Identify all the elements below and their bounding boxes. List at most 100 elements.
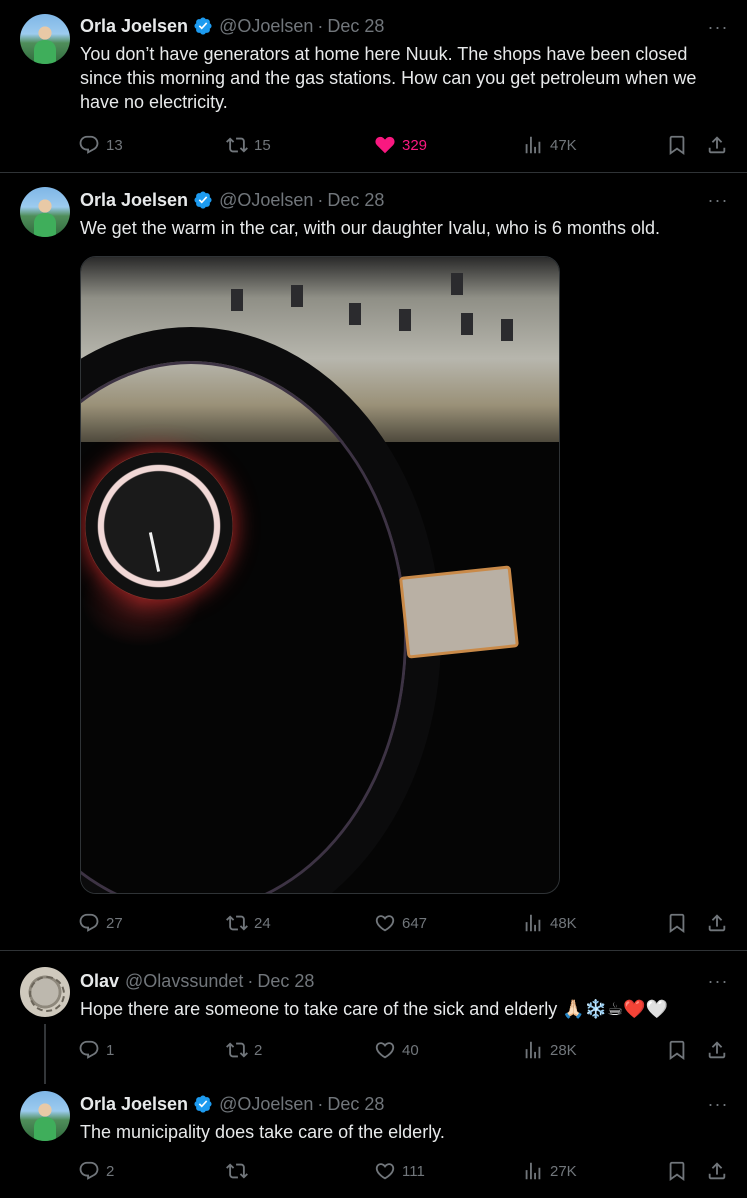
tweet-3[interactable]: Olav @Olavssundet · Dec 28 ··· Hope ther… xyxy=(0,951,747,1079)
reply-button[interactable]: 13 xyxy=(78,132,123,158)
building-window xyxy=(501,319,513,341)
separator: · xyxy=(317,15,324,36)
views-button[interactable]: 28K xyxy=(522,1037,577,1063)
verified-badge-icon xyxy=(194,1095,212,1113)
separator: · xyxy=(317,189,324,210)
like-button[interactable]: 647 xyxy=(374,910,427,936)
bookmark-button[interactable] xyxy=(666,1158,688,1184)
reply-button[interactable]: 2 xyxy=(78,1158,114,1184)
reply-icon xyxy=(79,913,99,932)
like-count: 111 xyxy=(402,1162,425,1180)
like-count: 647 xyxy=(402,914,428,932)
views-button[interactable]: 27K xyxy=(522,1158,577,1184)
author-handle[interactable]: @OJoelsen xyxy=(219,16,313,37)
bookmark-button[interactable] xyxy=(666,910,688,936)
reply-button[interactable]: 27 xyxy=(78,910,123,936)
like-button[interactable]: 329 xyxy=(374,132,427,158)
avatar[interactable] xyxy=(20,187,70,237)
share-button[interactable] xyxy=(706,1158,728,1184)
repost-button[interactable]: 15 xyxy=(226,132,271,158)
bookmark-icon xyxy=(669,1161,685,1182)
avatar[interactable] xyxy=(20,14,70,64)
reply-count: 13 xyxy=(106,136,123,154)
more-options-icon[interactable]: ··· xyxy=(707,16,729,38)
views-chart-icon xyxy=(525,1162,541,1180)
reply-icon xyxy=(79,1040,99,1059)
avatar[interactable] xyxy=(20,967,70,1017)
tweet-4[interactable]: Orla Joelsen @OJoelsen · Dec 28 ··· The … xyxy=(0,1079,747,1198)
building-window xyxy=(231,289,243,311)
author-name[interactable]: Olav xyxy=(80,971,119,992)
bookmark-icon xyxy=(669,913,685,934)
tweet-actions: 13 15 329 47K xyxy=(78,132,732,158)
author-handle[interactable]: @OJoelsen xyxy=(219,1094,313,1115)
repost-icon xyxy=(226,915,248,931)
tweet-media-image[interactable] xyxy=(80,256,560,894)
tweet-date[interactable]: Dec 28 xyxy=(327,1094,384,1115)
repost-button[interactable]: 2 xyxy=(226,1037,262,1063)
tweet-header: Orla Joelsen @OJoelsen · Dec 28 xyxy=(80,1092,384,1116)
author-name[interactable]: Orla Joelsen xyxy=(80,16,188,37)
verified-badge-icon xyxy=(194,191,212,209)
tweet-actions: 27 24 647 48K xyxy=(78,910,732,936)
tweet-date[interactable]: Dec 28 xyxy=(327,16,384,37)
views-button[interactable]: 47K xyxy=(522,132,577,158)
tweet-header: Olav @Olavssundet · Dec 28 xyxy=(80,969,314,993)
bookmark-icon xyxy=(669,1040,685,1061)
reply-icon xyxy=(79,1161,99,1180)
like-button[interactable]: 111 xyxy=(374,1158,425,1184)
share-icon xyxy=(708,136,726,154)
share-icon xyxy=(708,914,726,932)
repost-icon xyxy=(226,1163,248,1179)
views-count: 28K xyxy=(550,1041,577,1059)
tweet-text: We get the warm in the car, with our dau… xyxy=(80,218,660,238)
views-chart-icon xyxy=(525,1041,541,1059)
share-button[interactable] xyxy=(706,1037,728,1063)
repost-button[interactable] xyxy=(226,1158,254,1184)
building-window xyxy=(291,285,303,307)
views-button[interactable]: 48K xyxy=(522,910,577,936)
reply-button[interactable]: 1 xyxy=(78,1037,114,1063)
like-button[interactable]: 40 xyxy=(374,1037,419,1063)
reply-count: 2 xyxy=(106,1162,115,1180)
tweet-actions: 2 111 27K xyxy=(78,1158,732,1184)
like-count: 40 xyxy=(402,1041,419,1059)
avatar[interactable] xyxy=(20,1091,70,1141)
tweet-text: The municipality does take care of the e… xyxy=(80,1122,445,1142)
tweet-date[interactable]: Dec 28 xyxy=(327,190,384,211)
tweet-header: Orla Joelsen @OJoelsen · Dec 28 xyxy=(80,188,384,212)
more-options-icon[interactable]: ··· xyxy=(707,970,729,992)
heart-icon xyxy=(375,1163,395,1180)
tweet-1[interactable]: Orla Joelsen @OJoelsen · Dec 28 ··· You … xyxy=(0,0,747,172)
more-options-icon[interactable]: ··· xyxy=(707,189,729,211)
repost-button[interactable]: 24 xyxy=(226,910,271,936)
infotainment-screen xyxy=(399,565,519,659)
repost-count: 24 xyxy=(254,914,271,932)
tweet-text: You don’t have generators at home here N… xyxy=(80,44,697,112)
share-button[interactable] xyxy=(706,910,728,936)
repost-count: 2 xyxy=(254,1041,263,1059)
author-handle[interactable]: @OJoelsen xyxy=(219,190,313,211)
share-icon xyxy=(708,1041,726,1059)
tweet-header: Orla Joelsen @OJoelsen · Dec 28 xyxy=(80,14,384,38)
share-button[interactable] xyxy=(706,132,728,158)
views-count: 48K xyxy=(550,914,577,932)
repost-count: 15 xyxy=(254,136,271,154)
tweet-2[interactable]: Orla Joelsen @OJoelsen · Dec 28 ··· We g… xyxy=(0,173,747,950)
views-chart-icon xyxy=(525,136,541,154)
bookmark-button[interactable] xyxy=(666,1037,688,1063)
like-count: 329 xyxy=(402,136,428,154)
views-count: 47K xyxy=(550,136,577,154)
building-window xyxy=(461,313,473,335)
author-handle[interactable]: @Olavssundet xyxy=(125,971,243,992)
more-options-icon[interactable]: ··· xyxy=(707,1093,729,1115)
share-icon xyxy=(708,1162,726,1180)
repost-icon xyxy=(226,1042,248,1058)
building-window xyxy=(349,303,361,325)
author-name[interactable]: Orla Joelsen xyxy=(80,190,188,211)
tweet-date[interactable]: Dec 28 xyxy=(257,971,314,992)
bookmark-button[interactable] xyxy=(666,132,688,158)
separator: · xyxy=(317,1093,324,1114)
heart-filled-icon xyxy=(375,136,395,154)
author-name[interactable]: Orla Joelsen xyxy=(80,1094,188,1115)
